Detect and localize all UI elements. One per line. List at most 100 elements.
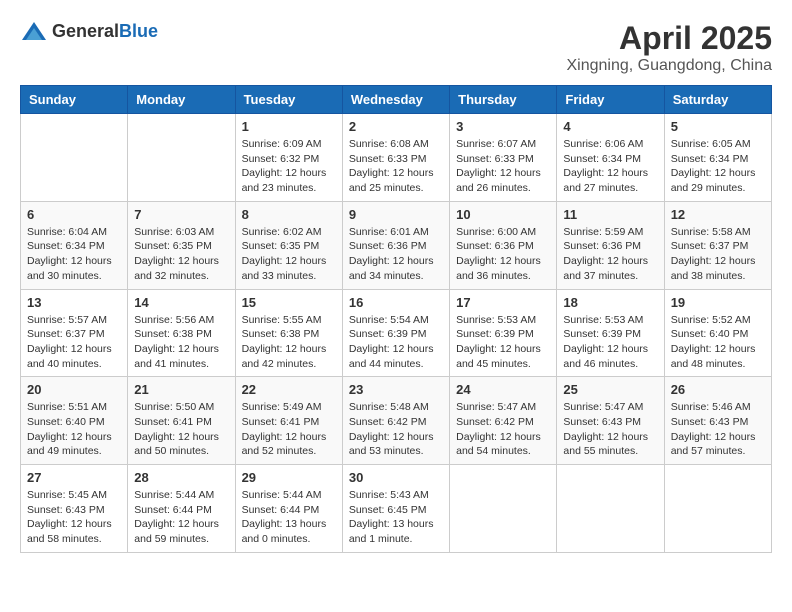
day-number: 1 — [242, 119, 336, 134]
day-number: 16 — [349, 295, 443, 310]
day-info: Sunrise: 5:45 AM Sunset: 6:43 PM Dayligh… — [27, 488, 121, 547]
day-number: 14 — [134, 295, 228, 310]
calendar-week-row: 1 Sunrise: 6:09 AM Sunset: 6:32 PM Daylig… — [21, 114, 772, 202]
calendar-cell: 12 Sunrise: 5:58 AM Sunset: 6:37 PM Dayli… — [664, 201, 771, 289]
day-number: 25 — [563, 382, 657, 397]
day-number: 22 — [242, 382, 336, 397]
day-info: Sunrise: 5:50 AM Sunset: 6:41 PM Dayligh… — [134, 400, 228, 459]
calendar-cell: 15 Sunrise: 5:55 AM Sunset: 6:38 PM Dayli… — [235, 289, 342, 377]
day-number: 29 — [242, 470, 336, 485]
day-number: 7 — [134, 207, 228, 222]
day-info: Sunrise: 5:58 AM Sunset: 6:37 PM Dayligh… — [671, 225, 765, 284]
logo: GeneralBlue — [20, 20, 158, 44]
day-number: 6 — [27, 207, 121, 222]
calendar-cell: 21 Sunrise: 5:50 AM Sunset: 6:41 PM Dayli… — [128, 377, 235, 465]
calendar-cell — [450, 465, 557, 553]
day-number: 13 — [27, 295, 121, 310]
weekday-header-row: SundayMondayTuesdayWednesdayThursdayFrid… — [21, 86, 772, 114]
calendar-cell: 14 Sunrise: 5:56 AM Sunset: 6:38 PM Dayli… — [128, 289, 235, 377]
calendar-cell — [664, 465, 771, 553]
calendar-cell: 10 Sunrise: 6:00 AM Sunset: 6:36 PM Dayli… — [450, 201, 557, 289]
calendar-cell: 19 Sunrise: 5:52 AM Sunset: 6:40 PM Dayli… — [664, 289, 771, 377]
calendar-cell: 25 Sunrise: 5:47 AM Sunset: 6:43 PM Dayli… — [557, 377, 664, 465]
day-number: 26 — [671, 382, 765, 397]
day-info: Sunrise: 5:51 AM Sunset: 6:40 PM Dayligh… — [27, 400, 121, 459]
day-number: 15 — [242, 295, 336, 310]
day-info: Sunrise: 5:43 AM Sunset: 6:45 PM Dayligh… — [349, 488, 443, 547]
day-info: Sunrise: 5:48 AM Sunset: 6:42 PM Dayligh… — [349, 400, 443, 459]
weekday-header-friday: Friday — [557, 86, 664, 114]
calendar-cell: 30 Sunrise: 5:43 AM Sunset: 6:45 PM Dayli… — [342, 465, 449, 553]
day-number: 3 — [456, 119, 550, 134]
title-area: April 2025 Xingning, Guangdong, China — [567, 20, 773, 75]
day-number: 8 — [242, 207, 336, 222]
day-number: 11 — [563, 207, 657, 222]
day-info: Sunrise: 5:53 AM Sunset: 6:39 PM Dayligh… — [456, 313, 550, 372]
calendar-cell: 16 Sunrise: 5:54 AM Sunset: 6:39 PM Dayli… — [342, 289, 449, 377]
calendar-week-row: 27 Sunrise: 5:45 AM Sunset: 6:43 PM Dayli… — [21, 465, 772, 553]
day-info: Sunrise: 6:04 AM Sunset: 6:34 PM Dayligh… — [27, 225, 121, 284]
calendar-cell: 5Sunrise: 6:05 AM Sunset: 6:34 PM Daylig… — [664, 114, 771, 202]
calendar-table: SundayMondayTuesdayWednesdayThursdayFrid… — [20, 85, 772, 553]
weekday-header-thursday: Thursday — [450, 86, 557, 114]
day-info: Sunrise: 6:00 AM Sunset: 6:36 PM Dayligh… — [456, 225, 550, 284]
weekday-header-wednesday: Wednesday — [342, 86, 449, 114]
day-info: Sunrise: 6:02 AM Sunset: 6:35 PM Dayligh… — [242, 225, 336, 284]
calendar-cell: 7Sunrise: 6:03 AM Sunset: 6:35 PM Daylig… — [128, 201, 235, 289]
calendar-cell: 22 Sunrise: 5:49 AM Sunset: 6:41 PM Dayli… — [235, 377, 342, 465]
day-info: Sunrise: 6:09 AM Sunset: 6:32 PM Dayligh… — [242, 137, 336, 196]
day-info: Sunrise: 5:53 AM Sunset: 6:39 PM Dayligh… — [563, 313, 657, 372]
day-number: 2 — [349, 119, 443, 134]
calendar-cell: 2 Sunrise: 6:08 AM Sunset: 6:33 PM Daylig… — [342, 114, 449, 202]
month-title: April 2025 — [567, 20, 773, 57]
day-info: Sunrise: 5:56 AM Sunset: 6:38 PM Dayligh… — [134, 313, 228, 372]
weekday-header-sunday: Sunday — [21, 86, 128, 114]
calendar-cell — [557, 465, 664, 553]
calendar-cell: 18Sunrise: 5:53 AM Sunset: 6:39 PM Dayli… — [557, 289, 664, 377]
day-info: Sunrise: 5:57 AM Sunset: 6:37 PM Dayligh… — [27, 313, 121, 372]
day-number: 9 — [349, 207, 443, 222]
day-number: 23 — [349, 382, 443, 397]
day-number: 30 — [349, 470, 443, 485]
location-title: Xingning, Guangdong, China — [567, 57, 773, 75]
calendar-cell: 4 Sunrise: 6:06 AM Sunset: 6:34 PM Daylig… — [557, 114, 664, 202]
calendar-cell: 11 Sunrise: 5:59 AM Sunset: 6:36 PM Dayli… — [557, 201, 664, 289]
logo-icon — [20, 20, 48, 44]
day-number: 4 — [563, 119, 657, 134]
weekday-header-tuesday: Tuesday — [235, 86, 342, 114]
day-number: 5 — [671, 119, 765, 134]
day-info: Sunrise: 5:59 AM Sunset: 6:36 PM Dayligh… — [563, 225, 657, 284]
calendar-cell — [21, 114, 128, 202]
day-info: Sunrise: 5:46 AM Sunset: 6:43 PM Dayligh… — [671, 400, 765, 459]
calendar-cell: 28Sunrise: 5:44 AM Sunset: 6:44 PM Dayli… — [128, 465, 235, 553]
calendar-cell: 13 Sunrise: 5:57 AM Sunset: 6:37 PM Dayli… — [21, 289, 128, 377]
day-number: 12 — [671, 207, 765, 222]
day-number: 17 — [456, 295, 550, 310]
calendar-cell: 3 Sunrise: 6:07 AM Sunset: 6:33 PM Daylig… — [450, 114, 557, 202]
day-info: Sunrise: 5:52 AM Sunset: 6:40 PM Dayligh… — [671, 313, 765, 372]
calendar-cell: 1 Sunrise: 6:09 AM Sunset: 6:32 PM Daylig… — [235, 114, 342, 202]
day-info: Sunrise: 5:55 AM Sunset: 6:38 PM Dayligh… — [242, 313, 336, 372]
day-info: Sunrise: 6:06 AM Sunset: 6:34 PM Dayligh… — [563, 137, 657, 196]
calendar-cell: 24Sunrise: 5:47 AM Sunset: 6:42 PM Dayli… — [450, 377, 557, 465]
day-info: Sunrise: 5:49 AM Sunset: 6:41 PM Dayligh… — [242, 400, 336, 459]
calendar-week-row: 20 Sunrise: 5:51 AM Sunset: 6:40 PM Dayli… — [21, 377, 772, 465]
weekday-header-saturday: Saturday — [664, 86, 771, 114]
calendar-cell: 17 Sunrise: 5:53 AM Sunset: 6:39 PM Dayli… — [450, 289, 557, 377]
calendar-week-row: 6 Sunrise: 6:04 AM Sunset: 6:34 PM Daylig… — [21, 201, 772, 289]
calendar-cell — [128, 114, 235, 202]
day-info: Sunrise: 5:47 AM Sunset: 6:43 PM Dayligh… — [563, 400, 657, 459]
day-number: 28 — [134, 470, 228, 485]
day-number: 10 — [456, 207, 550, 222]
page-header: GeneralBlue April 2025 Xingning, Guangdo… — [20, 20, 772, 75]
calendar-cell: 23 Sunrise: 5:48 AM Sunset: 6:42 PM Dayli… — [342, 377, 449, 465]
day-info: Sunrise: 6:08 AM Sunset: 6:33 PM Dayligh… — [349, 137, 443, 196]
day-number: 19 — [671, 295, 765, 310]
day-info: Sunrise: 5:54 AM Sunset: 6:39 PM Dayligh… — [349, 313, 443, 372]
day-info: Sunrise: 6:07 AM Sunset: 6:33 PM Dayligh… — [456, 137, 550, 196]
day-number: 27 — [27, 470, 121, 485]
calendar-cell: 8 Sunrise: 6:02 AM Sunset: 6:35 PM Daylig… — [235, 201, 342, 289]
calendar-cell: 9Sunrise: 6:01 AM Sunset: 6:36 PM Daylig… — [342, 201, 449, 289]
day-number: 20 — [27, 382, 121, 397]
day-number: 21 — [134, 382, 228, 397]
